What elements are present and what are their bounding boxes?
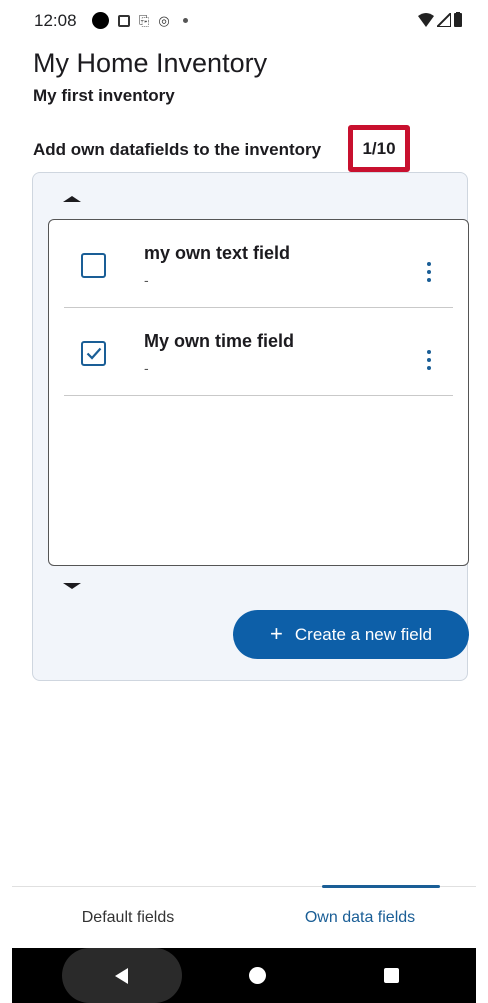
scroll-down-icon[interactable] xyxy=(63,583,81,589)
datafields-panel: my own text field - My own time field - … xyxy=(32,172,469,681)
field-value: - xyxy=(144,360,149,376)
create-field-button[interactable]: + Create a new field xyxy=(233,610,469,659)
field-counter-text: 1/10 xyxy=(362,138,396,158)
notification-icon xyxy=(118,14,130,27)
notification-icons: ⎘ ◎ xyxy=(92,12,188,29)
field-checkbox[interactable] xyxy=(81,341,106,366)
field-name: My own time field xyxy=(144,331,295,351)
battery-icon xyxy=(454,12,462,27)
tab-own-data-fields[interactable]: Own data fields xyxy=(244,887,476,949)
recents-icon[interactable] xyxy=(384,968,399,983)
more-notifications-icon xyxy=(182,18,188,23)
datafields-list[interactable]: my own text field - My own time field - xyxy=(48,219,469,566)
row-divider xyxy=(64,395,453,396)
field-checkbox[interactable] xyxy=(81,253,106,278)
scroll-up-icon[interactable] xyxy=(63,196,81,202)
status-time: 12:08 xyxy=(34,11,77,30)
record-icon xyxy=(92,12,109,29)
inventory-name: My first inventory xyxy=(33,86,175,105)
page-title: My Home Inventory xyxy=(33,48,268,78)
sync-icon: ◎ xyxy=(158,12,170,28)
plus-icon: + xyxy=(270,620,283,646)
datafields-label: Add own datafields to the inventory xyxy=(33,140,322,159)
back-icon[interactable] xyxy=(115,968,128,984)
wifi-icon xyxy=(418,12,434,27)
tab-default-fields[interactable]: Default fields xyxy=(12,887,244,949)
field-counter: 1/10 xyxy=(348,125,410,172)
list-item[interactable]: my own text field - xyxy=(49,220,468,308)
tab-label: Default fields xyxy=(81,909,175,926)
more-options-icon[interactable] xyxy=(426,350,432,370)
status-bar: 12:08 ⎘ ◎ xyxy=(12,0,476,42)
more-options-icon[interactable] xyxy=(426,262,432,282)
checkmark-icon xyxy=(86,347,101,360)
create-field-label: Create a new field xyxy=(294,624,432,644)
tab-label: Own data fields xyxy=(304,909,416,926)
field-value: - xyxy=(144,272,149,288)
home-icon[interactable] xyxy=(249,967,266,984)
app-screen: 12:08 ⎘ ◎ My Home Inventory My first inv… xyxy=(12,0,476,1003)
system-icons xyxy=(418,12,462,27)
system-nav-bar xyxy=(12,948,476,1003)
field-name: my own text field xyxy=(144,243,291,263)
storage-icon: ⎘ xyxy=(139,12,150,28)
bottom-tab-bar: Default fields Own data fields xyxy=(12,885,476,949)
signal-icon xyxy=(437,12,451,27)
list-item[interactable]: My own time field - xyxy=(49,308,468,396)
